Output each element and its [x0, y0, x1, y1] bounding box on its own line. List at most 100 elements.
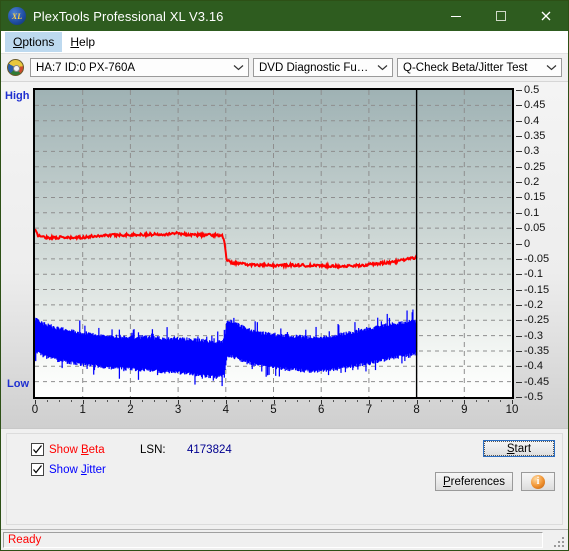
- y-tick-label: -0.3: [524, 329, 543, 342]
- function-select[interactable]: DVD Diagnostic Functions: [253, 58, 393, 77]
- x-minor-tick-mark: [249, 400, 251, 402]
- x-minor-tick-mark: [142, 400, 144, 402]
- x-tick-label: 3: [174, 404, 182, 416]
- y-tick-label: -0.1: [524, 268, 543, 281]
- y-tick-mark: [516, 120, 522, 122]
- selector-bar: HA:7 ID:0 PX-760A DVD Diagnostic Functio…: [1, 54, 568, 82]
- menu-bar: Options Help: [1, 31, 568, 54]
- checkmark-icon: [33, 465, 42, 474]
- x-minor-tick-mark: [237, 400, 239, 402]
- y-tick-mark: [516, 243, 522, 245]
- x-tick-mark: [512, 400, 513, 404]
- x-minor-tick-mark: [70, 400, 72, 402]
- y-tick-label: 0: [524, 237, 531, 250]
- minimize-icon: [450, 16, 461, 17]
- minimize-button[interactable]: [433, 1, 478, 31]
- x-tick-mark: [273, 400, 275, 404]
- y-tick-mark: [516, 166, 522, 168]
- y-tick-label: 0.25: [524, 160, 546, 173]
- x-tick-mark: [35, 400, 36, 404]
- y-tick-mark: [516, 289, 522, 291]
- x-tick-mark: [225, 400, 227, 404]
- test-select[interactable]: Q-Check Beta/Jitter Test: [397, 58, 562, 77]
- y-tick-mark: [516, 212, 522, 214]
- status-text: Ready: [3, 532, 543, 548]
- start-button-label: Start: [484, 441, 554, 456]
- x-minor-tick-mark: [356, 400, 358, 402]
- show-beta-checkbox-row[interactable]: Show Beta: [31, 443, 105, 456]
- menu-item-help[interactable]: Help: [62, 32, 103, 52]
- y-tick-mark: [516, 136, 522, 138]
- show-beta-checkbox[interactable]: [31, 443, 44, 456]
- show-jitter-checkbox[interactable]: [31, 463, 44, 476]
- x-minor-tick-mark: [213, 400, 215, 402]
- y-tick-label: -0.25: [524, 314, 550, 327]
- show-jitter-checkbox-row[interactable]: Show Jitter: [31, 463, 106, 476]
- y-tick-mark: [516, 366, 522, 368]
- x-minor-tick-mark: [500, 400, 502, 402]
- x-minor-tick-mark: [392, 400, 394, 402]
- x-tick-label: 1: [79, 404, 86, 416]
- chevron-down-icon: [374, 64, 390, 71]
- y-tick-mark: [516, 350, 522, 352]
- x-tick-mark: [416, 400, 418, 404]
- x-minor-tick-mark: [428, 400, 430, 402]
- resize-grip-icon[interactable]: [552, 535, 566, 549]
- y-tick-label: 0.3: [524, 145, 540, 158]
- maximize-button[interactable]: [478, 1, 523, 31]
- y-tick-label: 0.1: [524, 206, 540, 219]
- x-tick-mark: [368, 400, 370, 404]
- y-tick-mark: [516, 182, 522, 184]
- y-tick-label: -0.4: [524, 360, 543, 373]
- menu-item-options-label: ptions: [22, 35, 55, 49]
- x-axis: 0 1 2 3 4 5 6 7 8 9 10: [1, 400, 569, 422]
- y-tick-mark: [516, 90, 522, 91]
- show-jitter-label: Show Jitter: [49, 463, 106, 476]
- status-bar: Ready: [1, 529, 568, 550]
- y-tick-mark: [516, 151, 522, 153]
- x-minor-tick-mark: [261, 400, 263, 402]
- y-tick-mark: [516, 228, 522, 230]
- close-button[interactable]: [523, 1, 568, 31]
- app-icon: XL: [8, 7, 26, 25]
- x-tick-label: 4: [222, 404, 229, 416]
- y-tick-mark: [516, 258, 522, 260]
- show-beta-label: Show Beta: [49, 443, 105, 456]
- x-minor-tick-mark: [58, 400, 60, 402]
- x-tick-label: 8: [413, 404, 420, 416]
- y-tick-mark: [516, 381, 522, 383]
- y-tick-label: -0.45: [524, 375, 550, 388]
- y-tick-label: 0.05: [524, 222, 546, 235]
- drive-select[interactable]: HA:7 ID:0 PX-760A: [30, 58, 249, 77]
- x-tick-mark: [464, 400, 466, 404]
- drive-select-value: HA:7 ID:0 PX-760A: [36, 61, 136, 74]
- application-window: XL PlexTools Professional XL V3.16 Optio…: [0, 0, 569, 551]
- x-tick-label: 6: [317, 404, 325, 416]
- y-tick-label: 0.45: [524, 99, 546, 112]
- menu-item-options[interactable]: Options: [5, 32, 63, 52]
- optical-disc-icon: [7, 59, 24, 76]
- plot-area[interactable]: [33, 88, 514, 399]
- preferences-button[interactable]: Preferences: [435, 472, 513, 491]
- x-tick-label: 9: [461, 404, 468, 416]
- x-minor-tick-mark: [309, 400, 311, 402]
- info-button[interactable]: i: [521, 472, 555, 491]
- function-select-value: DVD Diagnostic Functions: [259, 61, 374, 74]
- x-minor-tick-mark: [106, 400, 108, 402]
- x-tick-mark: [178, 400, 180, 404]
- x-tick-mark: [82, 400, 84, 404]
- y-tick-label: 0.2: [524, 176, 540, 189]
- x-minor-tick-mark: [94, 400, 96, 402]
- x-minor-tick-mark: [476, 400, 478, 402]
- chevron-down-icon: [543, 64, 559, 71]
- title-bar: XL PlexTools Professional XL V3.16: [1, 1, 568, 31]
- y-tick-label: -0.2: [524, 298, 543, 311]
- y-tick-mark: [516, 105, 522, 107]
- window-title: PlexTools Professional XL V3.16: [33, 8, 224, 24]
- x-minor-tick-mark: [488, 400, 490, 402]
- y-tick-mark: [516, 274, 522, 276]
- y-tick-mark: [516, 197, 522, 199]
- lsn-label: LSN:: [140, 444, 166, 456]
- chevron-down-icon: [230, 64, 246, 71]
- start-button[interactable]: Start: [483, 440, 555, 457]
